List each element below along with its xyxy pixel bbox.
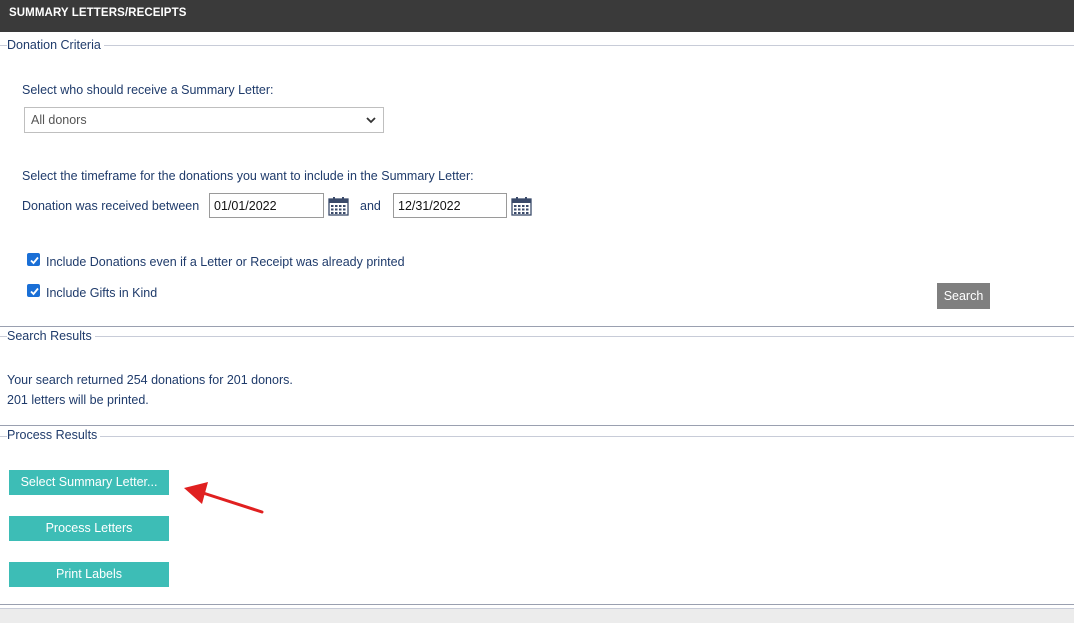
section-divider [0, 45, 1074, 46]
include-printed-checkbox[interactable] [27, 253, 40, 266]
search-results-summary: Your search returned 254 donations for 2… [7, 373, 293, 387]
recipient-select[interactable]: All donors [24, 107, 384, 133]
section-divider [0, 326, 1074, 327]
letters-count-text: 201 letters will be printed. [7, 393, 149, 407]
start-date-value: 01/01/2022 [214, 199, 277, 213]
received-between-label: Donation was received between [22, 199, 200, 213]
chevron-down-icon [366, 117, 376, 124]
donation-criteria-legend: Donation Criteria [7, 38, 104, 52]
include-gik-checkbox[interactable] [27, 284, 40, 297]
select-summary-letter-button[interactable]: Select Summary Letter... [9, 470, 169, 495]
recipient-select-value: All donors [31, 113, 87, 127]
start-date-input[interactable]: 01/01/2022 [209, 193, 324, 218]
checkmark-icon [30, 256, 39, 265]
print-labels-button[interactable]: Print Labels [9, 562, 169, 587]
calendar-icon[interactable] [328, 197, 349, 216]
end-date-value: 12/31/2022 [398, 199, 461, 213]
section-divider [0, 604, 1074, 605]
section-divider [0, 436, 1074, 437]
search-results-legend: Search Results [7, 329, 95, 343]
page-title: SUMMARY LETTERS/RECEIPTS [9, 7, 187, 19]
page-header: SUMMARY LETTERS/RECEIPTS [0, 0, 1074, 32]
process-results-legend: Process Results [7, 428, 101, 442]
section-divider [0, 425, 1074, 426]
footer-bar [0, 608, 1074, 623]
end-date-input[interactable]: 12/31/2022 [393, 193, 507, 218]
section-divider [0, 336, 1074, 337]
include-gik-label: Include Gifts in Kind [46, 286, 158, 300]
calendar-icon[interactable] [511, 197, 532, 216]
process-letters-button[interactable]: Process Letters [9, 516, 169, 541]
checkmark-icon [30, 287, 39, 296]
annotation-arrow-icon [184, 482, 264, 514]
timeframe-label: Select the timeframe for the donations y… [22, 169, 474, 183]
search-button[interactable]: Search [937, 283, 990, 309]
and-label: and [360, 199, 381, 213]
recipient-label: Select who should receive a Summary Lett… [22, 83, 274, 97]
include-printed-label: Include Donations even if a Letter or Re… [46, 255, 405, 269]
